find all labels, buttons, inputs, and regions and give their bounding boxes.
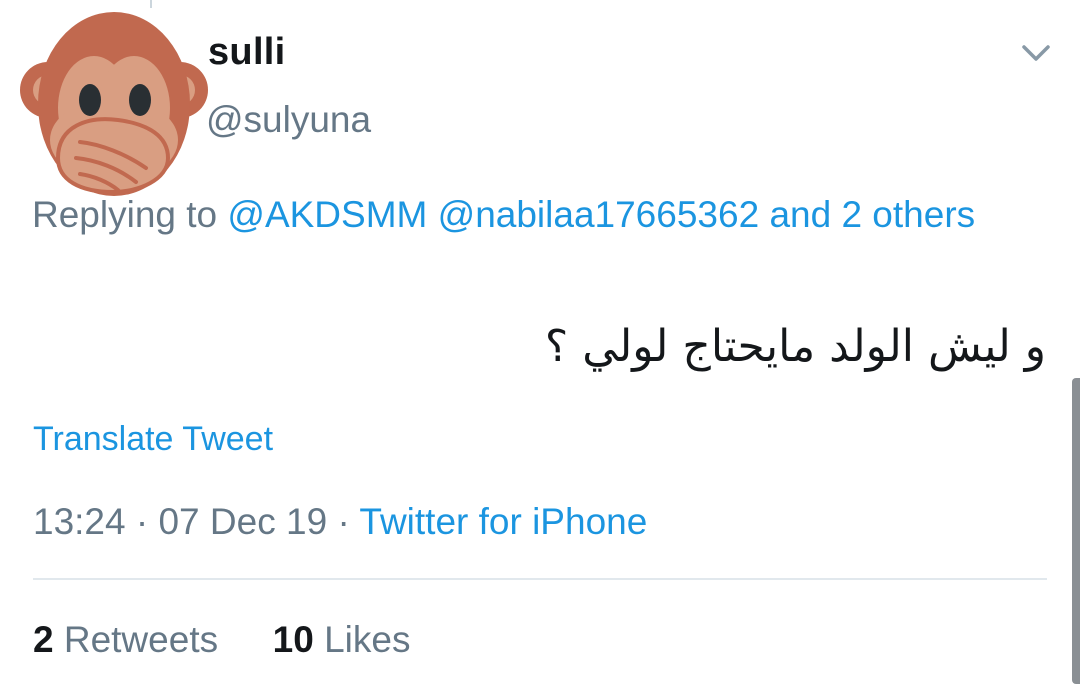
tweet-meta: 13:24 · 07 Dec 19 · Twitter for iPhone [33,496,647,548]
tweet-date: 07 Dec 19 [158,501,328,542]
retweets-stat[interactable]: 2 Retweets [33,619,228,660]
thread-connector-line [150,0,152,8]
divider [33,578,1047,580]
likes-label: Likes [324,619,411,660]
tweet-menu-button[interactable] [1016,38,1056,68]
likes-stat[interactable]: 10 Likes [273,619,411,660]
replying-to: Replying to @AKDSMM @nabilaa17665362 and… [32,188,992,242]
tweet-stats: 2 Retweets 10 Likes [33,614,410,666]
scrollbar[interactable] [1072,378,1080,684]
meta-separator: · [135,501,149,542]
others-link[interactable]: and 2 others [769,194,975,235]
user-handle[interactable]: @sulyuna [206,96,371,144]
retweets-count: 2 [33,619,54,660]
tweet-text: و ليش الولد مايحتاج لولي ؟ [544,321,1046,372]
mention-link[interactable]: @AKDSMM [227,194,427,235]
avatar[interactable] [18,8,208,200]
tweet-time: 13:24 [33,501,126,542]
meta-separator: · [337,501,350,542]
replying-to-label: Replying to [32,194,218,235]
speak-no-evil-monkey-icon [20,12,208,196]
tweet-source-link[interactable]: Twitter for iPhone [359,501,647,542]
retweets-label: Retweets [63,619,219,660]
mention-link[interactable]: @nabilaa17665362 [438,194,760,235]
chevron-down-icon [1022,45,1050,61]
display-name[interactable]: sulli [208,28,286,76]
likes-count: 10 [272,619,314,660]
translate-tweet-link[interactable]: Translate Tweet [33,414,273,464]
